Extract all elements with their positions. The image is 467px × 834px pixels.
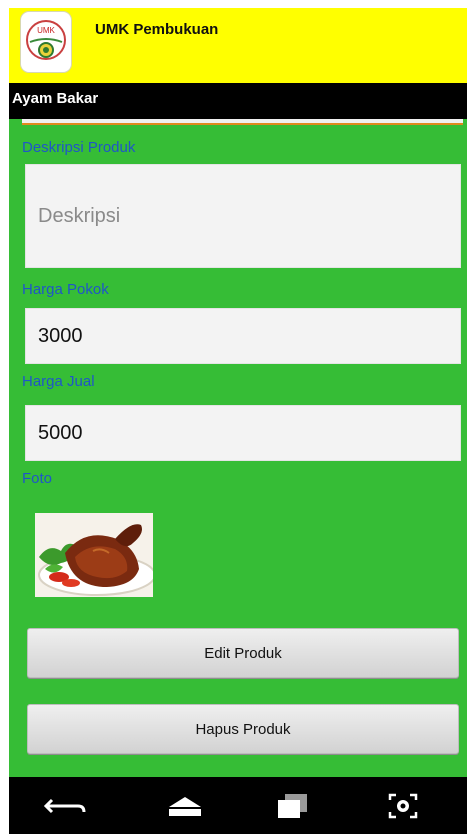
cost-price-input[interactable]	[26, 309, 460, 363]
screenshot-icon	[388, 793, 418, 818]
recent-apps-button[interactable]	[252, 777, 332, 834]
sell-price-input[interactable]	[26, 406, 460, 460]
description-input[interactable]	[26, 165, 460, 267]
app-header: UMK UMK Pembukuan	[9, 8, 467, 83]
home-button[interactable]	[145, 777, 225, 834]
back-button[interactable]	[25, 777, 105, 834]
delete-product-button[interactable]: Hapus Produk	[27, 704, 459, 754]
product-name: Ayam Bakar	[12, 90, 99, 107]
sell-price-label: Harga Jual	[22, 373, 95, 390]
sell-price-field[interactable]	[25, 405, 461, 461]
description-label: Deskripsi Produk	[22, 139, 136, 156]
cost-price-field[interactable]	[25, 308, 461, 364]
app-title: UMK Pembukuan	[95, 21, 219, 38]
cost-price-label: Harga Pokok	[22, 281, 109, 298]
system-nav-bar	[9, 777, 467, 834]
description-field[interactable]	[25, 164, 461, 268]
product-photo[interactable]	[35, 513, 153, 597]
photo-label: Foto	[22, 470, 53, 487]
previous-field-edge	[22, 119, 463, 125]
product-title-bar: Ayam Bakar	[9, 83, 467, 119]
screenshot-button[interactable]	[363, 777, 443, 834]
screen: UMK UMK Pembukuan Ayam Bakar Deskripsi P…	[9, 8, 467, 834]
home-icon	[169, 796, 201, 816]
app-logo: UMK	[21, 12, 71, 72]
edit-product-button[interactable]: Edit Produk	[27, 628, 459, 678]
back-icon	[43, 798, 86, 813]
logo-text: UMK	[37, 26, 55, 35]
grilled-chicken-image	[35, 513, 153, 597]
recent-apps-icon	[278, 793, 307, 818]
